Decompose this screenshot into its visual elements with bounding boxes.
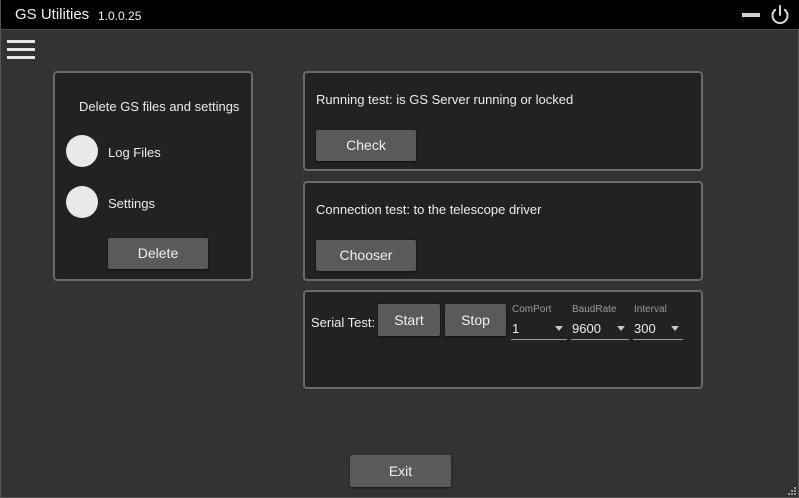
delete-button[interactable]: Delete [108, 238, 208, 269]
interval-value: 300 [634, 321, 656, 336]
delete-panel: Delete GS files and settings Log Files S… [53, 71, 253, 281]
log-files-radio[interactable] [66, 135, 98, 167]
interval-select[interactable]: 300 [633, 318, 683, 340]
comport-select[interactable]: 1 [511, 318, 567, 340]
serial-test-label: Serial Test: [311, 315, 376, 330]
baudrate-select[interactable]: 9600 [571, 318, 629, 340]
settings-radio[interactable] [66, 186, 98, 218]
comport-value: 1 [512, 321, 520, 336]
baudrate-caption: BaudRate [572, 304, 617, 315]
exit-button[interactable]: Exit [350, 455, 451, 487]
stop-button[interactable]: Stop [445, 304, 506, 336]
resize-grip-icon[interactable] [786, 485, 796, 495]
minimize-icon[interactable] [742, 13, 760, 17]
delete-heading: Delete GS files and settings [79, 99, 240, 114]
app-title: GS Utilities [15, 6, 90, 23]
running-test-panel: Running test: is GS Server running or lo… [303, 71, 703, 171]
main-window: GS Utilities 1.0.0.25 Delete GS files an… [0, 0, 799, 498]
comport-caption: ComPort [512, 304, 552, 315]
title-bar: GS Utilities 1.0.0.25 [1, 0, 799, 30]
running-test-text: Running test: is GS Server running or lo… [316, 92, 574, 107]
app-version: 1.0.0.25 [98, 9, 142, 23]
chevron-down-icon [671, 326, 679, 331]
connection-test-panel: Connection test: to the telescope driver… [303, 181, 703, 281]
power-icon[interactable] [769, 4, 791, 26]
interval-caption: Interval [634, 304, 667, 315]
log-files-label: Log Files [108, 145, 161, 160]
check-button[interactable]: Check [316, 130, 416, 161]
hamburger-menu-icon[interactable] [7, 38, 37, 62]
chevron-down-icon [555, 326, 563, 331]
settings-label: Settings [108, 196, 155, 211]
serial-test-panel: Serial Test: Start Stop ComPort 1 BaudRa… [303, 290, 703, 389]
connection-test-text: Connection test: to the telescope driver [316, 202, 542, 217]
baudrate-value: 9600 [572, 321, 601, 336]
chevron-down-icon [617, 326, 625, 331]
start-button[interactable]: Start [378, 304, 440, 336]
chooser-button[interactable]: Chooser [316, 240, 416, 271]
